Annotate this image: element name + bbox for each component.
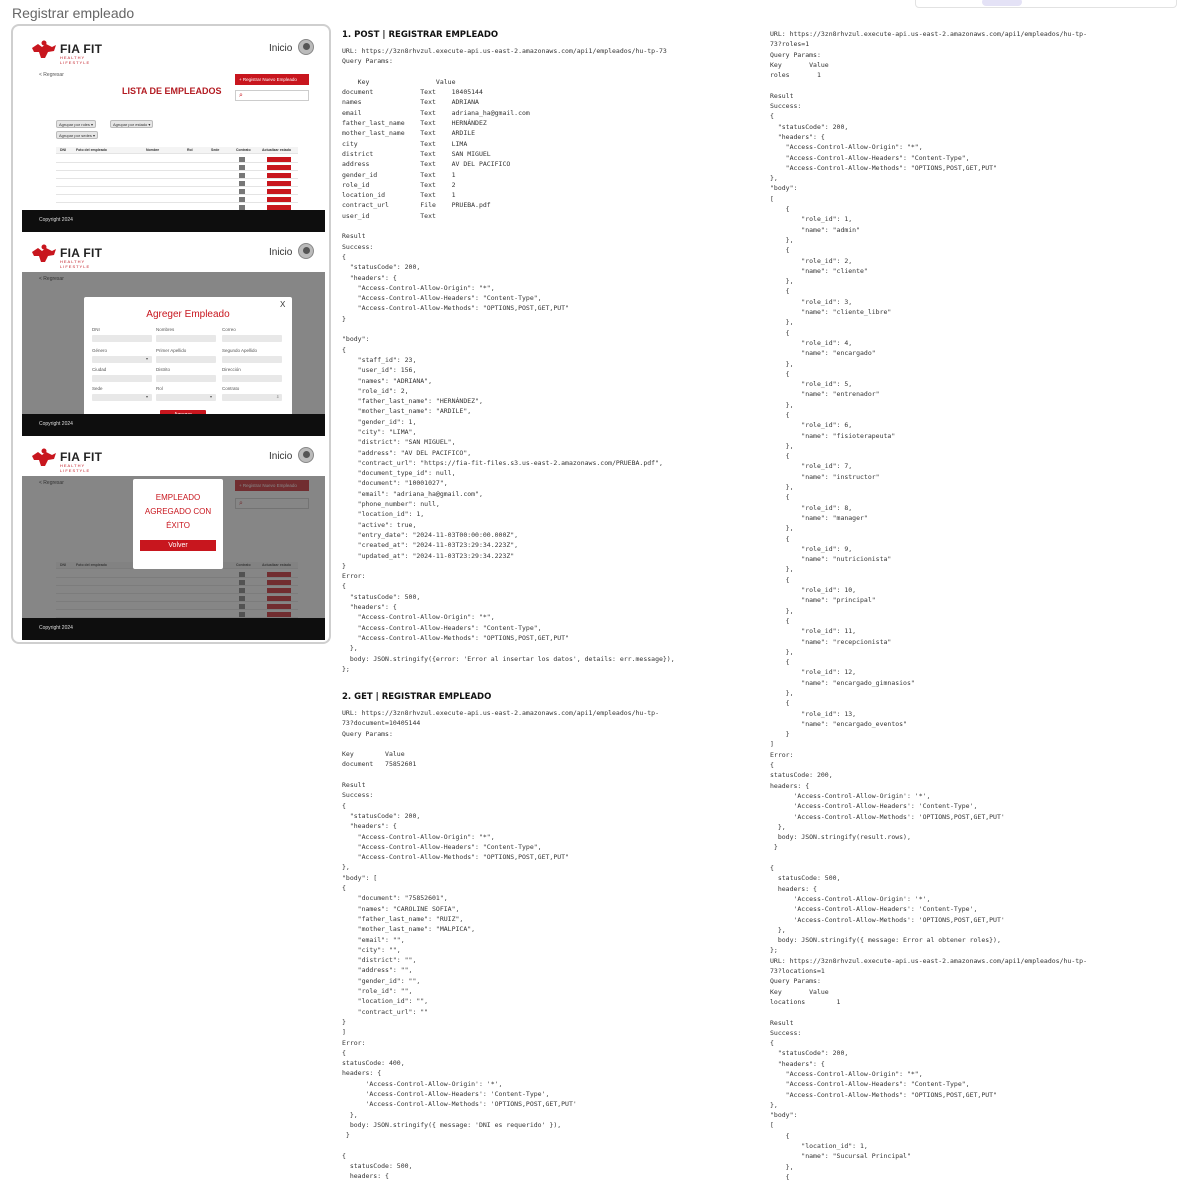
brand-name: FIA FIT <box>60 42 103 56</box>
table-row <box>56 156 298 163</box>
update-status-button[interactable] <box>267 181 291 186</box>
add-employee-modal: Agreger Empleado X DNI Nombres Correo Gé… <box>84 297 292 429</box>
new-employee-button[interactable]: + Registrar Nuevo Empleado <box>235 74 309 85</box>
logo-figure-icon <box>32 40 56 58</box>
logo-figure-icon <box>32 244 56 262</box>
screenshot-success: FIA FIT HEALTHY LIFESTYLE Inicio < Regre… <box>22 442 325 640</box>
list-title: LISTA DE EMPLEADOS <box>122 86 222 96</box>
nav-inicio-link[interactable]: Inicio <box>269 43 292 54</box>
screenshots-frame: FIA FIT HEALTHY LIFESTYLE Inicio < Regre… <box>11 24 331 644</box>
screenshot-employee-list: FIA FIT HEALTHY LIFESTYLE Inicio < Regre… <box>22 34 325 232</box>
contract-icon[interactable] <box>239 197 245 202</box>
page-title: Registrar empleado <box>12 5 135 21</box>
close-icon[interactable]: X <box>280 300 285 309</box>
app-header: FIA FIT HEALTHY LIFESTYLE Inicio <box>22 442 325 476</box>
table-header-row: DNI Foto del empleado Nombre Rol Sede Co… <box>56 147 298 154</box>
update-status-button[interactable] <box>267 189 291 194</box>
table-row <box>56 180 298 187</box>
top-toolbar-fragment <box>915 0 1177 8</box>
get-endpoint-doc: URL: https://3zn8rhvzul.execute-api.us-e… <box>342 709 659 1180</box>
update-status-button[interactable] <box>267 165 291 170</box>
contract-icon[interactable] <box>239 157 245 162</box>
section-title-get: 2. GET | REGISTRAR EMPLEADO <box>342 692 492 702</box>
modal-title: Agreger Empleado <box>146 309 230 320</box>
table-header: Contrato <box>236 148 251 152</box>
success-modal: EMPLEADO AGREGADO CON ÉXITO Volver <box>133 479 223 569</box>
contract-icon[interactable] <box>239 189 245 194</box>
update-status-button[interactable] <box>267 197 291 202</box>
brand-logo[interactable]: FIA FIT HEALTHY LIFESTYLE <box>30 448 110 473</box>
table-header: Actualizar estado <box>262 148 291 152</box>
table-row <box>56 188 298 195</box>
table-header: Sede <box>211 148 220 152</box>
contract-icon[interactable] <box>239 181 245 186</box>
table-row <box>56 196 298 203</box>
nav-inicio-link[interactable]: Inicio <box>269 451 292 462</box>
brand-logo[interactable]: FIA FIT HEALTHY LIFESTYLE <box>30 40 110 65</box>
update-status-button[interactable] <box>267 173 291 178</box>
table-row <box>56 164 298 171</box>
contract-icon[interactable] <box>239 165 245 170</box>
chevron-down-icon: ▾ <box>146 356 149 361</box>
post-endpoint-doc: URL: https://3zn8rhvzul.execute-api.us-e… <box>342 47 675 673</box>
upload-icon: ⇩ <box>276 394 280 399</box>
brand-tagline: HEALTHY LIFESTYLE <box>60 55 91 65</box>
copyright-text: Copyright 2024 <box>39 625 73 631</box>
toolbar-pill <box>982 0 1022 6</box>
user-avatar[interactable] <box>298 447 314 463</box>
filter-roles-button[interactable]: Agrupar por roles ▾ <box>56 120 97 128</box>
app-header: FIA FIT HEALTHY LIFESTYLE Inicio <box>22 238 325 272</box>
app-footer: Copyright 2024 <box>22 618 325 640</box>
brand-name: FIA FIT <box>60 246 103 260</box>
app-footer: Copyright 2024 <box>22 414 325 436</box>
user-avatar[interactable] <box>298 243 314 259</box>
logo-figure-icon <box>32 448 56 466</box>
table-row <box>56 172 298 179</box>
contract-icon[interactable] <box>239 173 245 178</box>
search-input[interactable]: ⌕ <box>235 90 309 101</box>
brand-logo[interactable]: FIA FIT HEALTHY LIFESTYLE <box>30 244 110 269</box>
search-icon: ⌕ <box>239 92 243 99</box>
app-footer: Copyright 2024 <box>22 210 325 232</box>
chevron-down-icon: ▾ <box>210 394 213 399</box>
copyright-text: Copyright 2024 <box>39 421 73 427</box>
filter-sedes-button[interactable]: Agrupar por sedes ▾ <box>56 131 99 139</box>
table-header: DNI <box>60 148 67 152</box>
brand-name: FIA FIT <box>60 450 103 464</box>
section-title-post: 1. POST | REGISTRAR EMPLEADO <box>342 30 499 40</box>
volver-button[interactable]: Volver <box>140 540 216 551</box>
table-header: Nombre <box>146 148 160 152</box>
success-message: EMPLEADO AGREGADO CON ÉXITO <box>144 493 212 530</box>
screenshot-add-employee-modal: FIA FIT HEALTHY LIFESTYLE Inicio < Regre… <box>22 238 325 436</box>
roles-locations-doc: URL: https://3zn8rhvzul.execute-api.us-e… <box>770 30 1087 1180</box>
copyright-text: Copyright 2024 <box>39 217 73 223</box>
back-link[interactable]: < Regresar <box>39 72 64 78</box>
nav-inicio-link[interactable]: Inicio <box>269 247 292 258</box>
table-header: Foto del empleado <box>76 148 107 152</box>
brand-tagline: HEALTHY LIFESTYLE <box>60 259 91 269</box>
table-header: Rol <box>187 148 193 152</box>
app-header: FIA FIT HEALTHY LIFESTYLE Inicio <box>22 34 325 68</box>
filter-state-button[interactable]: Agrupar por estado ▾ <box>110 120 154 128</box>
user-avatar[interactable] <box>298 39 314 55</box>
update-status-button[interactable] <box>267 157 291 162</box>
brand-tagline: HEALTHY LIFESTYLE <box>60 463 91 473</box>
chevron-down-icon: ▾ <box>146 394 149 399</box>
